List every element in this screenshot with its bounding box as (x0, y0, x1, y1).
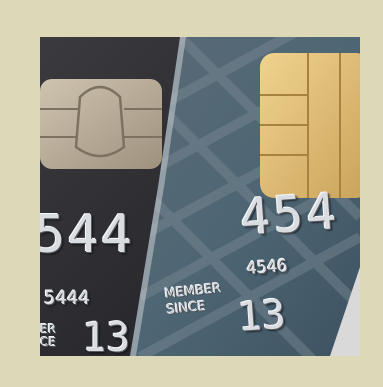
left-card-big-digits: 544 (40, 205, 134, 265)
left-card-bottom-text: ER CE (40, 322, 56, 349)
left-card-bottom-digits: 13 (82, 315, 131, 356)
right-card-big-digits: 454 (238, 182, 342, 247)
image-frame: 544 5444 ER CE 13 454 4546 MEMBER SINCE … (0, 0, 383, 387)
right-card-small-digits: 4546 (246, 256, 289, 279)
since-digits: 13 (236, 291, 288, 341)
gold-chip (260, 53, 360, 198)
credit-cards-photo: 544 5444 ER CE 13 454 4546 MEMBER SINCE … (40, 37, 360, 356)
silver-chip (40, 79, 162, 169)
left-card-small-digits: 5444 (44, 287, 90, 309)
